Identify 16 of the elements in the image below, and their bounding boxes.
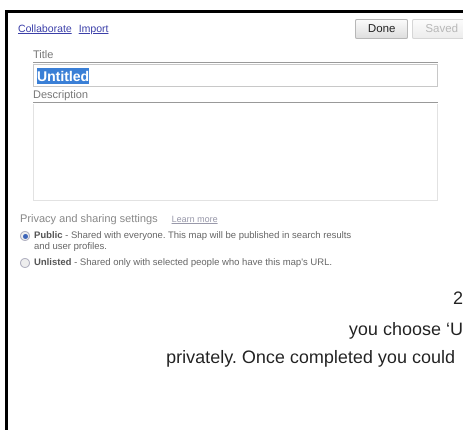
title-label: Title <box>33 49 438 63</box>
radio-button[interactable] <box>20 258 30 268</box>
document-text: privately. Once completed you could <box>166 347 455 368</box>
privacy-heading: Privacy and sharing settings <box>20 213 158 225</box>
option-description: Public - Shared with everyone. This map will be published in search results and user profiles. <box>34 230 352 252</box>
toolbar-link[interactable]: Collaborate <box>18 23 72 35</box>
description-label: Description <box>33 89 438 103</box>
title-field[interactable]: Untitled <box>33 64 438 87</box>
toolbar-link[interactable]: Import <box>78 23 108 35</box>
title-value: Untitled <box>37 68 90 84</box>
done-button[interactable]: Done <box>354 19 408 39</box>
radio-button[interactable] <box>20 231 30 241</box>
description-field[interactable] <box>33 104 438 201</box>
option-description: Unlisted - Shared only with selected people who have this map's URL. <box>34 257 332 268</box>
document-text: you choose ‘U <box>348 319 463 340</box>
document-text: 2 <box>452 288 463 309</box>
